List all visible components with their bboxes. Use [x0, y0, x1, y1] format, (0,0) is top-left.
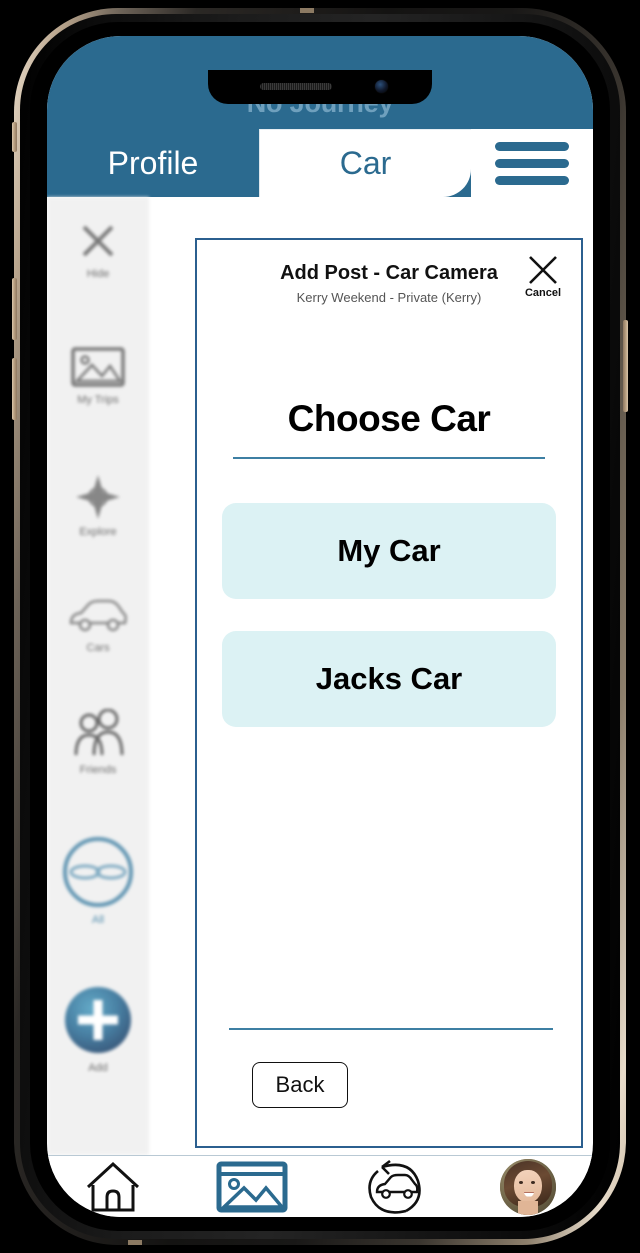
volume-down-button[interactable]: [12, 358, 17, 420]
sidebar-item-label: Add: [88, 1062, 108, 1074]
car-option-jacks-car[interactable]: Jacks Car: [222, 631, 556, 727]
hamburger-menu-icon[interactable]: [471, 129, 593, 197]
close-x-icon: [82, 225, 114, 257]
tab-profile[interactable]: Profile: [47, 129, 259, 197]
heading-divider: [233, 457, 545, 459]
cancel-label: Cancel: [524, 287, 562, 299]
earpiece-speaker-icon: [260, 83, 332, 90]
frame-antenna-seam-bottom: [128, 1240, 142, 1245]
tab-car[interactable]: Car: [259, 129, 471, 197]
sidebar-item-my-trips[interactable]: My Trips: [47, 345, 149, 406]
nav-item-profile[interactable]: [500, 1158, 556, 1215]
car-icon: [69, 599, 127, 632]
back-button[interactable]: Back: [252, 1062, 348, 1108]
sidebar-item-label: All: [91, 914, 105, 926]
frame-antenna-seam-top: [300, 8, 314, 13]
bottom-navigation-bar: [47, 1155, 593, 1217]
tab-bar: Profile Car: [47, 129, 593, 197]
choose-car-heading: Choose Car: [287, 398, 491, 439]
compass-icon: [76, 475, 120, 519]
phone-screen: No Journey Profile Car Hide: [47, 36, 593, 1217]
avatar: [500, 1158, 556, 1215]
mute-switch[interactable]: [12, 122, 17, 152]
sidebar-item-label: Friends: [79, 764, 117, 776]
screenshot-root: No Journey Profile Car Hide: [0, 0, 640, 1253]
sidebar-item-friends[interactable]: Friends: [47, 709, 149, 776]
power-button[interactable]: [623, 320, 628, 412]
left-sidebar: Hide My Trips Explore Cars Friends All A…: [47, 197, 149, 1155]
footer-divider: [229, 1028, 553, 1030]
sidebar-item-label: Hide: [86, 268, 110, 280]
car-refresh-icon: [368, 1159, 421, 1214]
cancel-button[interactable]: Cancel: [515, 254, 571, 299]
volume-up-button[interactable]: [12, 278, 17, 340]
front-camera-icon: [375, 80, 388, 93]
nav-item-car-sync[interactable]: [362, 1159, 426, 1215]
photo-gallery-icon: [71, 347, 125, 387]
sidebar-item-label: Cars: [86, 642, 110, 654]
car-option-list: My Car Jacks Car: [197, 503, 581, 727]
sidebar-item-explore[interactable]: Explore: [47, 473, 149, 538]
sidebar-item-all[interactable]: All: [47, 835, 149, 926]
nav-item-home[interactable]: [84, 1161, 142, 1213]
sidebar-item-label: Explore: [79, 526, 117, 538]
sidebar-item-hide[interactable]: Hide: [47, 219, 149, 280]
nav-item-gallery[interactable]: [216, 1160, 288, 1214]
photo-gallery-icon: [216, 1161, 288, 1212]
sidebar-item-add[interactable]: Add: [47, 983, 149, 1074]
app-header: No Journey Profile Car: [47, 36, 593, 197]
all-circle-icon: [63, 837, 133, 907]
close-x-icon: [529, 256, 557, 284]
plus-circle-icon: [65, 987, 131, 1053]
sidebar-item-cars[interactable]: Cars: [47, 597, 149, 654]
modal-header: Add Post - Car Camera Kerry Weekend - Pr…: [197, 240, 581, 318]
add-post-modal: Add Post - Car Camera Kerry Weekend - Pr…: [195, 238, 583, 1148]
home-icon: [86, 1161, 140, 1211]
car-option-my-car[interactable]: My Car: [222, 503, 556, 599]
phone-notch: [208, 70, 432, 104]
people-icon: [74, 709, 124, 756]
sidebar-item-label: My Trips: [77, 394, 119, 406]
